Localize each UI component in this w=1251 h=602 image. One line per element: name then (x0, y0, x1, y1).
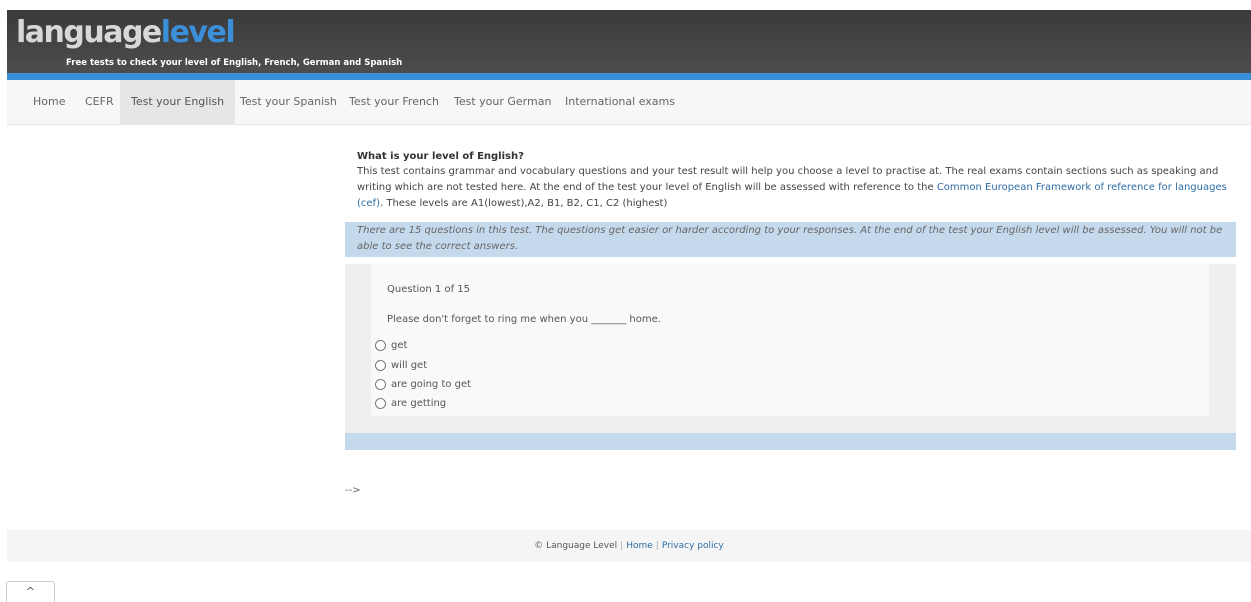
nav-item-cefr[interactable]: CEFR (74, 80, 125, 124)
nav-item-test-german[interactable]: Test your German (443, 80, 562, 124)
nav-item-test-french[interactable]: Test your French (338, 80, 450, 124)
copyright-text: © Language Level (534, 541, 618, 551)
answer-option[interactable]: are going to get (375, 375, 471, 393)
main-nav: Home CEFR Test your English Test your Sp… (7, 80, 1251, 125)
answer-option[interactable]: get (375, 336, 407, 354)
header-accent-strip (7, 73, 1251, 80)
radio-button[interactable] (375, 397, 386, 409)
site-header: languagelevel Free tests to check your l… (7, 10, 1251, 73)
quiz-footer-bar (345, 433, 1236, 450)
site-logo[interactable]: languagelevel (16, 15, 236, 50)
intro-end: . These levels are A1(lowest),A2, B1, B2… (379, 198, 668, 209)
footer-separator: | (620, 541, 624, 551)
intro-text: This test contains grammar and vocabular… (357, 164, 1237, 212)
answer-label: are getting (391, 397, 447, 409)
question-counter: Question 1 of 15 (387, 284, 470, 295)
test-notice: There are 15 questions in this test. The… (345, 222, 1236, 257)
nav-item-international-exams[interactable]: International exams (554, 80, 686, 124)
radio-button[interactable] (375, 339, 386, 351)
footer-home-link[interactable]: Home (626, 541, 653, 551)
logo-level: level (160, 15, 236, 50)
answer-option[interactable]: will get (375, 356, 427, 374)
stray-markup-text: --> (345, 485, 361, 496)
nav-item-test-english[interactable]: Test your English (120, 80, 236, 124)
footer-separator: | (655, 541, 659, 551)
scroll-to-top-button[interactable]: ^ (6, 581, 55, 602)
radio-button[interactable] (375, 378, 386, 390)
question-panel: Question 1 of 15 Please don't forget to … (371, 264, 1209, 416)
radio-button[interactable] (375, 359, 386, 371)
site-footer: © Language Level | Home | Privacy policy (7, 530, 1251, 562)
answer-option[interactable]: are getting (375, 394, 446, 412)
nav-item-home[interactable]: Home (22, 80, 76, 124)
answer-label: get (391, 339, 408, 351)
nav-item-test-spanish[interactable]: Test your Spanish (229, 80, 348, 124)
question-text: Please don't forget to ring me when you … (387, 314, 661, 325)
chevron-up-icon: ^ (25, 585, 36, 598)
footer-privacy-link[interactable]: Privacy policy (662, 541, 724, 551)
quiz-container: Question 1 of 15 Please don't forget to … (345, 264, 1236, 433)
page-heading: What is your level of English? (357, 151, 524, 162)
answer-label: are going to get (391, 378, 472, 390)
logo-language: language (16, 15, 162, 50)
site-tagline: Free tests to check your level of Englis… (66, 58, 403, 68)
answer-label: will get (391, 359, 428, 371)
